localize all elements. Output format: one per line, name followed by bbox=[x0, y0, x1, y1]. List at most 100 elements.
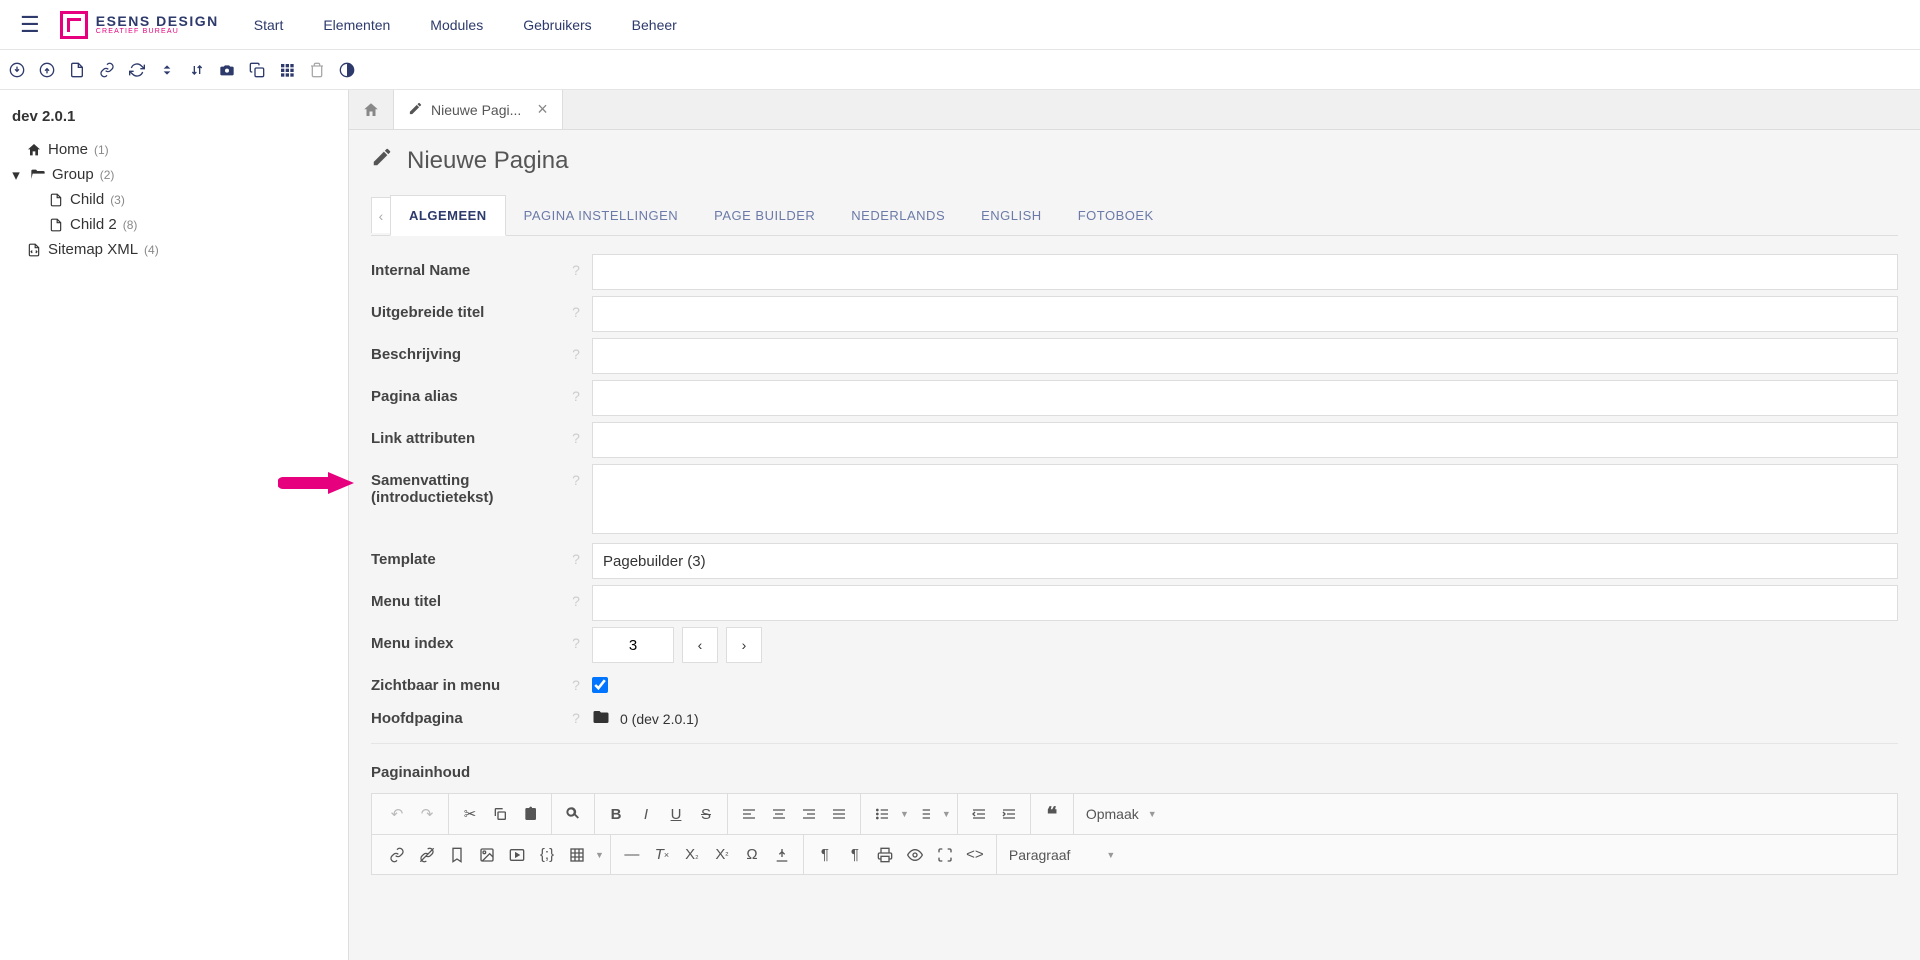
sort-icon[interactable] bbox=[158, 61, 176, 79]
logo[interactable]: ESENS DESIGN CREATIEF BUREAU bbox=[60, 11, 219, 39]
source-code-icon[interactable]: <> bbox=[960, 840, 990, 870]
tree-item-group[interactable]: ▾ Group (2) bbox=[26, 162, 336, 187]
media-icon[interactable] bbox=[502, 840, 532, 870]
subtab-fotoboek[interactable]: FOTOBOEK bbox=[1060, 196, 1172, 235]
chevron-down-icon[interactable]: ▼ bbox=[595, 850, 604, 860]
bullet-list-icon[interactable] bbox=[867, 799, 897, 829]
increment-button[interactable]: › bbox=[726, 627, 762, 663]
upload-icon[interactable] bbox=[38, 61, 56, 79]
chevron-down-icon[interactable]: ▼ bbox=[900, 809, 909, 819]
chevron-down-icon[interactable]: ▾ bbox=[8, 167, 24, 183]
help-icon[interactable]: ? bbox=[566, 702, 586, 726]
align-left-icon[interactable] bbox=[734, 799, 764, 829]
copy-icon[interactable] bbox=[485, 799, 515, 829]
find-icon[interactable] bbox=[558, 799, 588, 829]
clear-format-icon[interactable]: T× bbox=[647, 840, 677, 870]
tree-item-home[interactable]: Home (1) bbox=[26, 137, 336, 162]
tree-item-child2[interactable]: Child 2 (8) bbox=[48, 212, 336, 237]
help-icon[interactable]: ? bbox=[566, 464, 586, 488]
subtab-pagina-instellingen[interactable]: PAGINA INSTELLINGEN bbox=[506, 196, 696, 235]
format-dropdown[interactable]: Opmaak▼ bbox=[1074, 794, 1169, 834]
chevron-down-icon[interactable]: ▼ bbox=[942, 809, 951, 819]
strikethrough-icon[interactable]: S bbox=[691, 799, 721, 829]
refresh-icon[interactable] bbox=[128, 61, 146, 79]
select-template[interactable]: Pagebuilder (3) bbox=[592, 543, 1898, 579]
help-icon[interactable]: ? bbox=[566, 422, 586, 446]
align-center-icon[interactable] bbox=[764, 799, 794, 829]
undo-icon[interactable]: ↶ bbox=[382, 799, 412, 829]
bold-icon[interactable]: B bbox=[601, 799, 631, 829]
image-icon[interactable] bbox=[472, 840, 502, 870]
subtab-nederlands[interactable]: NEDERLANDS bbox=[833, 196, 963, 235]
checkbox-zichtbaar[interactable] bbox=[592, 677, 608, 693]
subtab-english[interactable]: ENGLISH bbox=[963, 196, 1060, 235]
subtab-algemeen[interactable]: ALGEMEEN bbox=[390, 195, 506, 236]
file-icon[interactable] bbox=[68, 61, 86, 79]
tab-home[interactable] bbox=[349, 90, 394, 129]
omega-icon[interactable]: Ω bbox=[737, 840, 767, 870]
help-icon[interactable]: ? bbox=[566, 296, 586, 320]
decrement-button[interactable]: ‹ bbox=[682, 627, 718, 663]
hamburger-icon[interactable]: ☰ bbox=[20, 12, 40, 38]
tab-active[interactable]: Nieuwe Pagi... × bbox=[394, 90, 563, 129]
align-justify-icon[interactable] bbox=[824, 799, 854, 829]
download-icon[interactable] bbox=[8, 61, 26, 79]
underline-icon[interactable]: U bbox=[661, 799, 691, 829]
hr-icon[interactable]: — bbox=[617, 840, 647, 870]
quote-icon[interactable]: ❝ bbox=[1037, 799, 1067, 829]
sort-numeric-icon[interactable] bbox=[188, 61, 206, 79]
input-samenvatting[interactable] bbox=[592, 464, 1898, 534]
italic-icon[interactable]: I bbox=[631, 799, 661, 829]
chevron-left-icon[interactable]: ‹ bbox=[371, 197, 391, 233]
numbered-list-icon[interactable] bbox=[909, 799, 939, 829]
superscript-icon[interactable]: X² bbox=[707, 840, 737, 870]
anchor-icon[interactable] bbox=[442, 840, 472, 870]
subscript-icon[interactable]: X₂ bbox=[677, 840, 707, 870]
cut-icon[interactable]: ✂ bbox=[455, 799, 485, 829]
input-uitgebreide-titel[interactable] bbox=[592, 296, 1898, 332]
preview-icon[interactable] bbox=[900, 840, 930, 870]
tree-root[interactable]: dev 2.0.1 bbox=[12, 108, 336, 125]
indent-icon[interactable] bbox=[994, 799, 1024, 829]
nav-beheer[interactable]: Beheer bbox=[632, 17, 677, 33]
grid-icon[interactable] bbox=[278, 61, 296, 79]
tree-item-sitemap[interactable]: Sitemap XML (4) bbox=[26, 237, 336, 262]
help-icon[interactable]: ? bbox=[566, 543, 586, 567]
contrast-icon[interactable] bbox=[338, 61, 356, 79]
table-icon[interactable] bbox=[562, 840, 592, 870]
paragraph-dropdown[interactable]: Paragraaf▼ bbox=[997, 835, 1127, 874]
codesample-icon[interactable]: {;} bbox=[532, 840, 562, 870]
print-icon[interactable] bbox=[870, 840, 900, 870]
align-right-icon[interactable] bbox=[794, 799, 824, 829]
input-pagina-alias[interactable] bbox=[592, 380, 1898, 416]
fullscreen-icon[interactable] bbox=[930, 840, 960, 870]
paste-icon[interactable] bbox=[515, 799, 545, 829]
copy-icon[interactable] bbox=[248, 61, 266, 79]
rtl-icon[interactable]: ¶ bbox=[840, 840, 870, 870]
input-menu-index[interactable] bbox=[592, 627, 674, 663]
redo-icon[interactable]: ↷ bbox=[412, 799, 442, 829]
nav-start[interactable]: Start bbox=[254, 17, 284, 33]
help-icon[interactable]: ? bbox=[566, 254, 586, 278]
upload-file-icon[interactable] bbox=[767, 840, 797, 870]
input-menu-titel[interactable] bbox=[592, 585, 1898, 621]
help-icon[interactable]: ? bbox=[566, 338, 586, 362]
link-icon[interactable] bbox=[98, 61, 116, 79]
trash-icon[interactable] bbox=[308, 61, 326, 79]
outdent-icon[interactable] bbox=[964, 799, 994, 829]
unlink-icon[interactable] bbox=[412, 840, 442, 870]
link-icon[interactable] bbox=[382, 840, 412, 870]
help-icon[interactable]: ? bbox=[566, 669, 586, 693]
ltr-icon[interactable]: ¶ bbox=[810, 840, 840, 870]
input-beschrijving[interactable] bbox=[592, 338, 1898, 374]
input-link-attributen[interactable] bbox=[592, 422, 1898, 458]
nav-modules[interactable]: Modules bbox=[430, 17, 483, 33]
help-icon[interactable]: ? bbox=[566, 585, 586, 609]
help-icon[interactable]: ? bbox=[566, 380, 586, 404]
nav-gebruikers[interactable]: Gebruikers bbox=[523, 17, 591, 33]
camera-icon[interactable] bbox=[218, 61, 236, 79]
input-internal-name[interactable] bbox=[592, 254, 1898, 290]
close-icon[interactable]: × bbox=[537, 99, 548, 120]
help-icon[interactable]: ? bbox=[566, 627, 586, 651]
nav-elementen[interactable]: Elementen bbox=[323, 17, 390, 33]
